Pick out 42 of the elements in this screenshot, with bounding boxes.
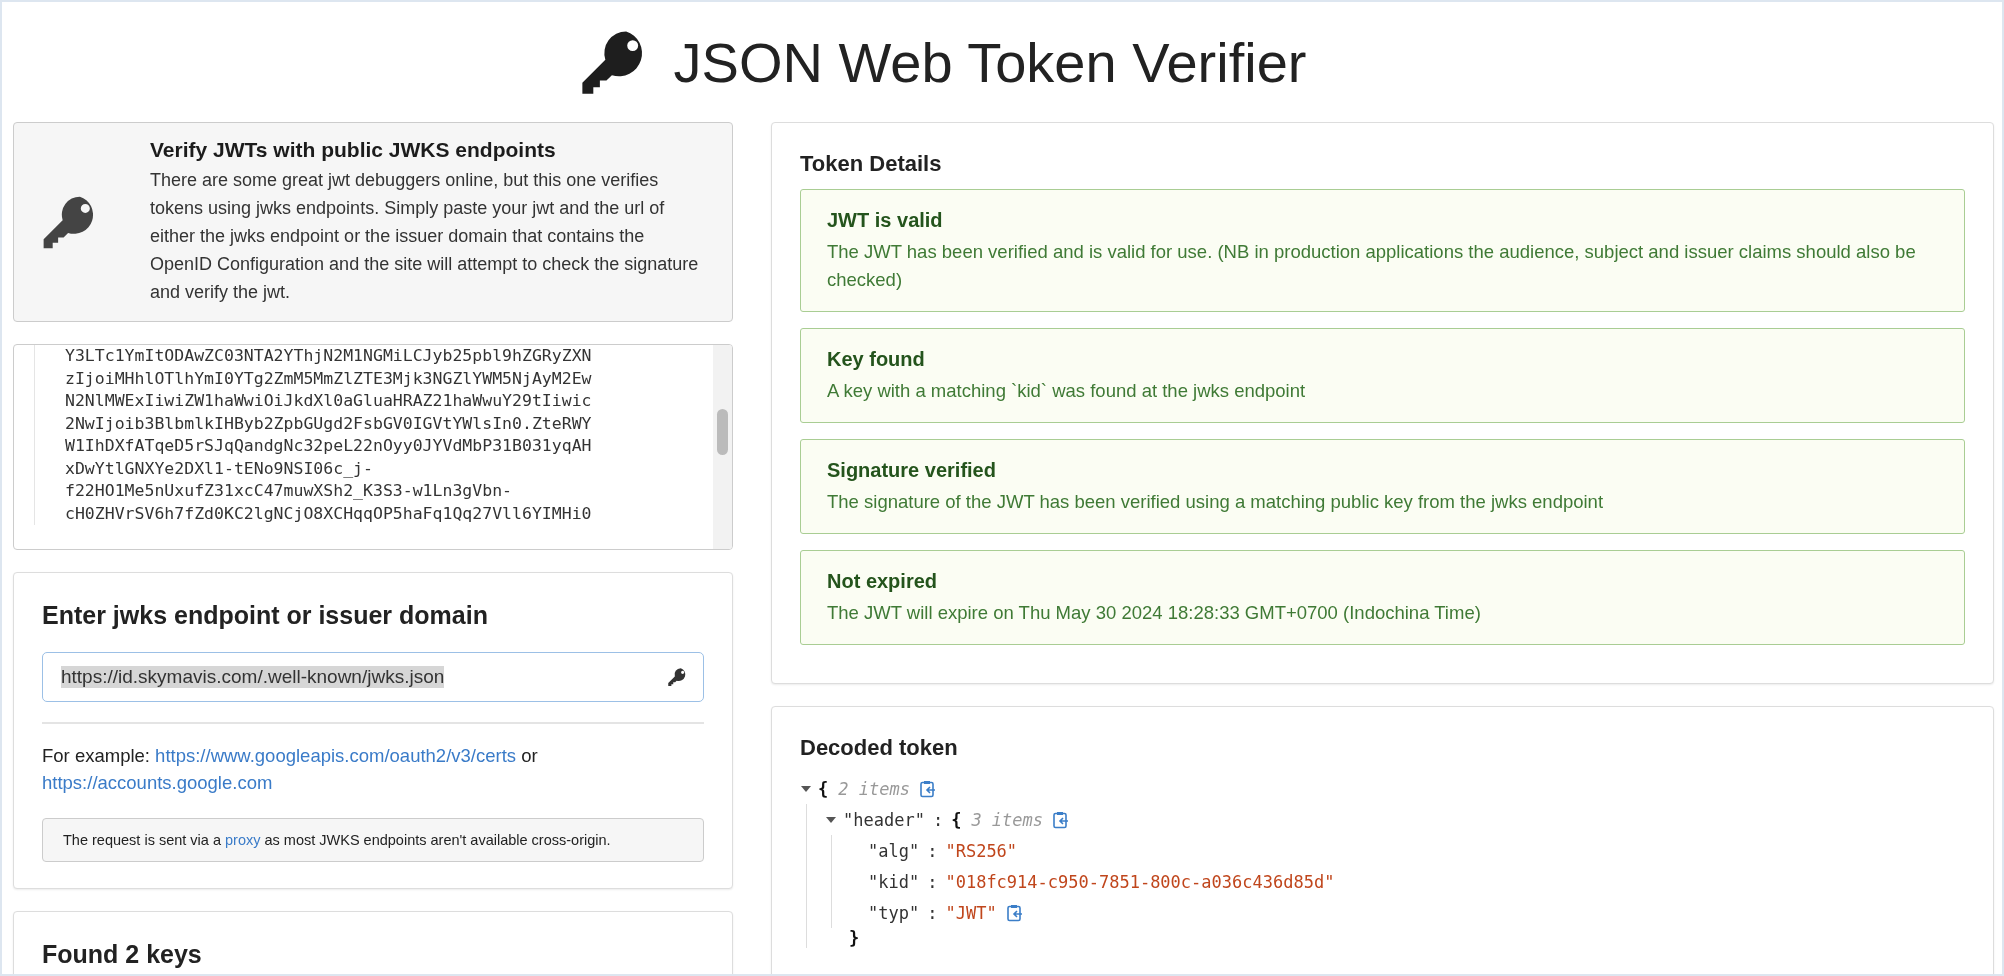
alert-text: The JWT will expire on Thu May 30 2024 18:28:33 GMT+0700 (Indochina Time) — [827, 601, 1482, 625]
json-key: "kid" — [868, 871, 920, 892]
alert-title: Not expired — [827, 570, 939, 593]
key-icon — [667, 667, 687, 687]
brace: { — [818, 778, 829, 799]
example-text: For example: https://www.googleapis.com/oauth2/v3/certs or https://accounts.google.com — [42, 744, 539, 795]
card-title: Enter jwks endpoint or issuer domain — [42, 601, 489, 630]
json-key: "typ" — [868, 902, 920, 923]
endpoint-input[interactable]: https://id.skymavis.com/.well-known/jwks.json — [42, 652, 704, 702]
json-value: "018fc914-c950-7851-800c-a036c436d85d" — [945, 871, 1335, 892]
colon: : — [927, 871, 938, 892]
item-count: 3 items — [971, 809, 1044, 830]
link[interactable]: https://accounts.google.com — [42, 772, 273, 793]
card-title: Token Details — [800, 151, 943, 177]
alert-text: A key with a matching `kid` was found at the jwks endpoint — [827, 379, 1307, 403]
alert-text: The signature of the JWT has been verified using a matching public key from the jwks endpoint — [827, 490, 1605, 514]
link[interactable]: proxy — [225, 832, 261, 848]
colon: : — [927, 840, 938, 861]
colon: : — [927, 902, 938, 923]
alert-text: The JWT has been verified and is valid for use. (NB in production applications the audience, subject and issuer claims should also be checked) — [827, 240, 1917, 292]
page-title: JSON Web Token Verifier — [673, 29, 1307, 95]
json-value: "RS256" — [945, 840, 1018, 861]
info-text: There are some great jwt debuggers online, but this one verifies tokens using jwks endpoints. Simply paste your jwt and the url of either the jwks endpoint or the issuer domain that contains the OpenID Configuration and the site will attempt to check the signature and verify the jwt. — [150, 169, 700, 304]
alert-title: Signature verified — [827, 459, 997, 482]
token-textarea[interactable]: Y3LTc1YmItODAwZC03NTA2YThjN2M1NGMiLCJyb25pbl9hZGRyZXN zIjoiMHhlOTlhYmI0YTg2ZmM5MmZlZTE3Mjk3NGZlYWM5NjAyM2Ew N2NlMWExIiwiZW1haWwiOiJkdXl0aGluaHRAZ21haWwuY29tIiwic 2NwIjoib3BlbmlkIHByb2ZpbGUgd2FsbGV0IGVtYWlsIn0.ZteRWY W1IhDXfATqeD5rSJqQandgNc32peL22nOyy0JYVdMbP31B031yqAH xDwYtlGNXYe2DXl1-tENo9NSI06c_j- f22HO1Me5nUxufZ31xcC47muwXSh2_K3S3-w1Ln3gVbn- cH0ZHVrSV6h7fZd0KC2lgNCjO8XCHqqOP5haFq1Qq27Vll6YIMHi0 — [13, 344, 733, 550]
card-title: Found 2 keys — [42, 940, 203, 969]
json-value: "JWT" — [945, 902, 997, 923]
card-title: Decoded token — [800, 735, 959, 761]
brace: } — [848, 928, 861, 948]
info-title: Verify JWTs with public JWKS endpoints — [150, 138, 557, 162]
alert-title: Key found — [827, 348, 926, 371]
copy-icon[interactable] — [919, 779, 936, 798]
colon: : — [932, 809, 944, 830]
alert-title: JWT is valid — [827, 209, 944, 232]
json-key: "header" — [843, 809, 925, 830]
copy-icon[interactable] — [1053, 810, 1070, 829]
brace: { — [951, 809, 962, 830]
item-count: 2 items — [838, 778, 910, 799]
link[interactable]: https://www.googleapis.com/oauth2/v3/certs — [155, 745, 517, 766]
json-key: "alg" — [868, 840, 920, 861]
proxy-note: The request is sent via a proxy as most JWKS endpoints aren't available cross-origin. — [42, 818, 704, 862]
copy-icon[interactable] — [1006, 903, 1023, 922]
